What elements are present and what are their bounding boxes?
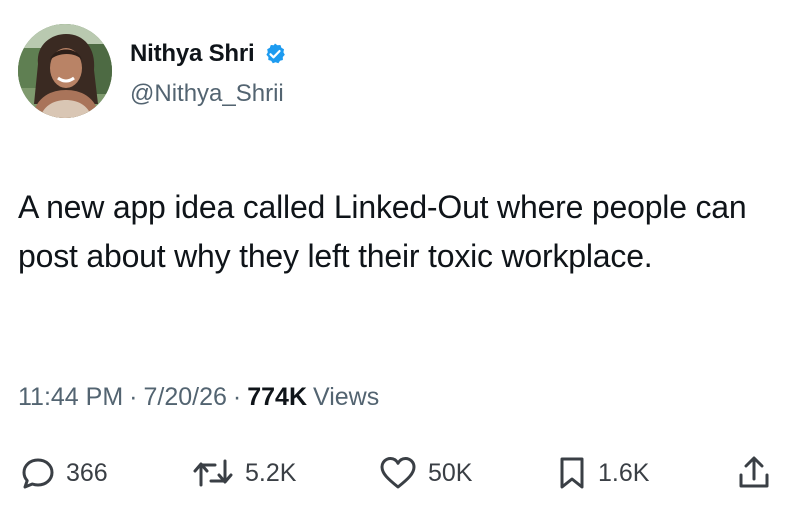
avatar[interactable] [18,24,112,118]
tweet-card: Nithya Shri @Nithya_Shrii A new app idea… [0,0,800,521]
verified-badge-icon [263,42,287,66]
reply-count: 366 [66,458,108,487]
share-button[interactable] [736,448,772,498]
tweet-time[interactable]: 11:44 PM [18,383,123,412]
reply-icon [20,455,56,491]
user-handle[interactable]: @Nithya_Shrii [130,80,284,108]
tweet-date[interactable]: 7/20/26 [143,383,226,412]
bookmark-button[interactable]: 1.6K [556,448,649,498]
meta-separator: · [129,383,138,411]
share-icon [736,455,772,491]
heart-icon [378,455,418,491]
action-bar: 366 5.2K 50K 1.6K [0,448,800,498]
like-count: 50K [428,458,473,487]
tweet-text: A new app idea called Linked-Out where p… [18,189,747,274]
retweet-icon [191,455,235,491]
avatar-photo [18,24,112,118]
tweet-meta: 11:44 PM · 7/20/26 · 774K Views [18,383,379,412]
like-button[interactable]: 50K [378,448,472,498]
display-name[interactable]: Nithya Shri [130,40,255,68]
retweet-count: 5.2K [245,458,297,487]
views-label: Views [313,383,380,411]
bookmark-count: 1.6K [598,458,650,487]
reply-button[interactable]: 366 [20,448,108,498]
name-row: Nithya Shri [130,40,287,68]
bookmark-icon [556,455,588,491]
retweet-button[interactable]: 5.2K [191,448,296,498]
views-count: 774K [247,383,307,411]
meta-separator: · [232,383,242,411]
